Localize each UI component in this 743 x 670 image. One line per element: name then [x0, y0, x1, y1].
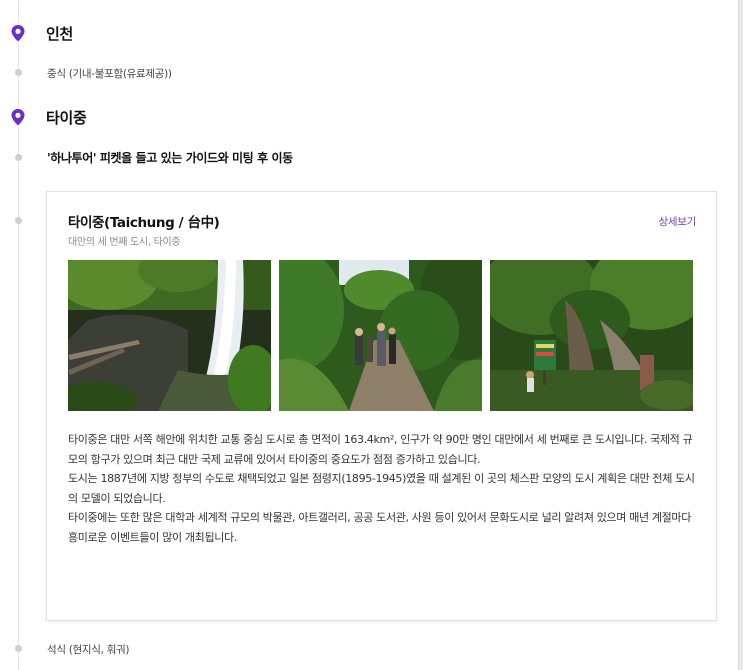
meal-info: 중식 (기내-불포함(유료제공)): [47, 68, 172, 80]
timeline-dot: [15, 69, 22, 76]
schedule-step: '하나투어' 피켓을 들고 있는 가이드와 미팅 후 이동: [47, 151, 293, 165]
location-pin-icon: [8, 106, 28, 128]
forest-sign-photo[interactable]: [490, 260, 693, 411]
meal-info: 석식 (현지식, 훠궈): [47, 644, 130, 656]
city-name: 타이중: [46, 109, 87, 127]
scrollbar-track[interactable]: [738, 0, 743, 670]
timeline-dot: [15, 645, 22, 652]
card-subtitle: 대만의 세 번째 도시, 타이중: [68, 237, 181, 248]
location-pin-icon: [8, 22, 28, 44]
timeline-dot: [15, 217, 22, 224]
timeline-dot: [15, 154, 22, 161]
card-title: 타이중(Taichung / 台中): [68, 215, 220, 231]
description-paragraph: 타이중은 대만 서쪽 해안에 위치한 교통 중심 도시로 총 면적이 163.4…: [68, 433, 693, 466]
detail-link[interactable]: 상세보기: [659, 214, 697, 229]
forest-trail-photo[interactable]: [279, 260, 482, 411]
timeline-line: [18, 0, 19, 670]
attraction-card: 타이중(Taichung / 台中) 대만의 세 번째 도시, 타이중 상세보기: [46, 191, 717, 621]
description-paragraph: 도시는 1887년에 지방 정부의 수도로 채택되었고 일본 점령지(1895-…: [68, 472, 695, 505]
description-paragraph: 타이중에는 또한 많은 대학과 세계적 규모의 박물관, 아트갤러리, 공공 도…: [68, 511, 691, 544]
waterfall-photo[interactable]: [68, 260, 271, 411]
photo-gallery: [68, 260, 693, 411]
city-name: 인천: [46, 25, 74, 43]
card-description: 타이중은 대만 서쪽 해안에 위치한 교통 중심 도시로 총 면적이 163.4…: [68, 430, 698, 547]
